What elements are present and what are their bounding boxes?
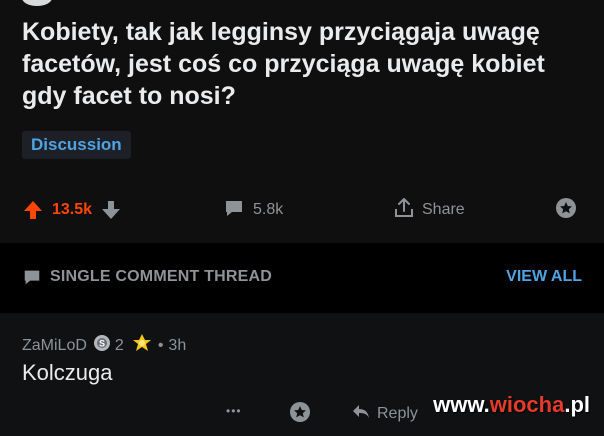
award-icon [554,196,578,225]
share-label: Share [422,201,465,218]
watermark-part1: www. [433,392,490,417]
post-card: Kobiety, tak jak legginsy przyciągaja uw… [0,0,604,243]
reply-button[interactable]: Reply [350,400,418,427]
share-icon [392,196,416,225]
watermark-part2: wiocha [489,392,565,417]
avatar[interactable] [22,0,52,6]
silver-award-icon: S [93,334,111,357]
thread-label: SINGLE COMMENT THREAD [50,268,272,285]
upvote-icon[interactable] [22,199,44,221]
comments-count: 5.8k [253,201,284,218]
award-count: 2 [114,336,124,354]
vote-group: 13.5k [22,190,122,230]
comment-meta: ZaMiLoD S 2 • 3h [22,333,186,358]
comment-bubble-icon [223,197,245,224]
post-title[interactable]: Kobiety, tak jak legginsy przyciągaja uw… [22,16,582,112]
comment-author[interactable]: ZaMiLoD [22,337,87,355]
view-all-link[interactable]: VIEW ALL [506,268,582,286]
meta-separator: • [157,336,164,354]
comments-button[interactable]: 5.8k [223,190,283,230]
reply-arrow-icon [350,400,372,427]
single-thread-bar: SINGLE COMMENT THREAD VIEW ALL [0,243,604,311]
more-options-button[interactable]: ••• [226,404,242,418]
svg-text:S: S [99,339,105,349]
share-button[interactable]: Share [392,190,465,230]
watermark-part3: .pl [564,392,590,417]
reply-label: Reply [377,404,418,422]
comment-icon [22,267,42,292]
comment-award-icon[interactable] [288,400,312,429]
comment-time: 3h [168,336,187,354]
gold-award-icon [132,333,152,358]
comment-body: Kolczuga [22,360,113,385]
downvote-icon[interactable] [100,199,122,221]
flair-badge[interactable]: Discussion [22,131,131,159]
score-count: 13.5k [52,201,93,218]
post-actions-bar: 13.5k 5.8k Share [0,190,604,230]
award-button[interactable] [554,190,578,230]
watermark: www.wiocha.pl [433,392,590,418]
